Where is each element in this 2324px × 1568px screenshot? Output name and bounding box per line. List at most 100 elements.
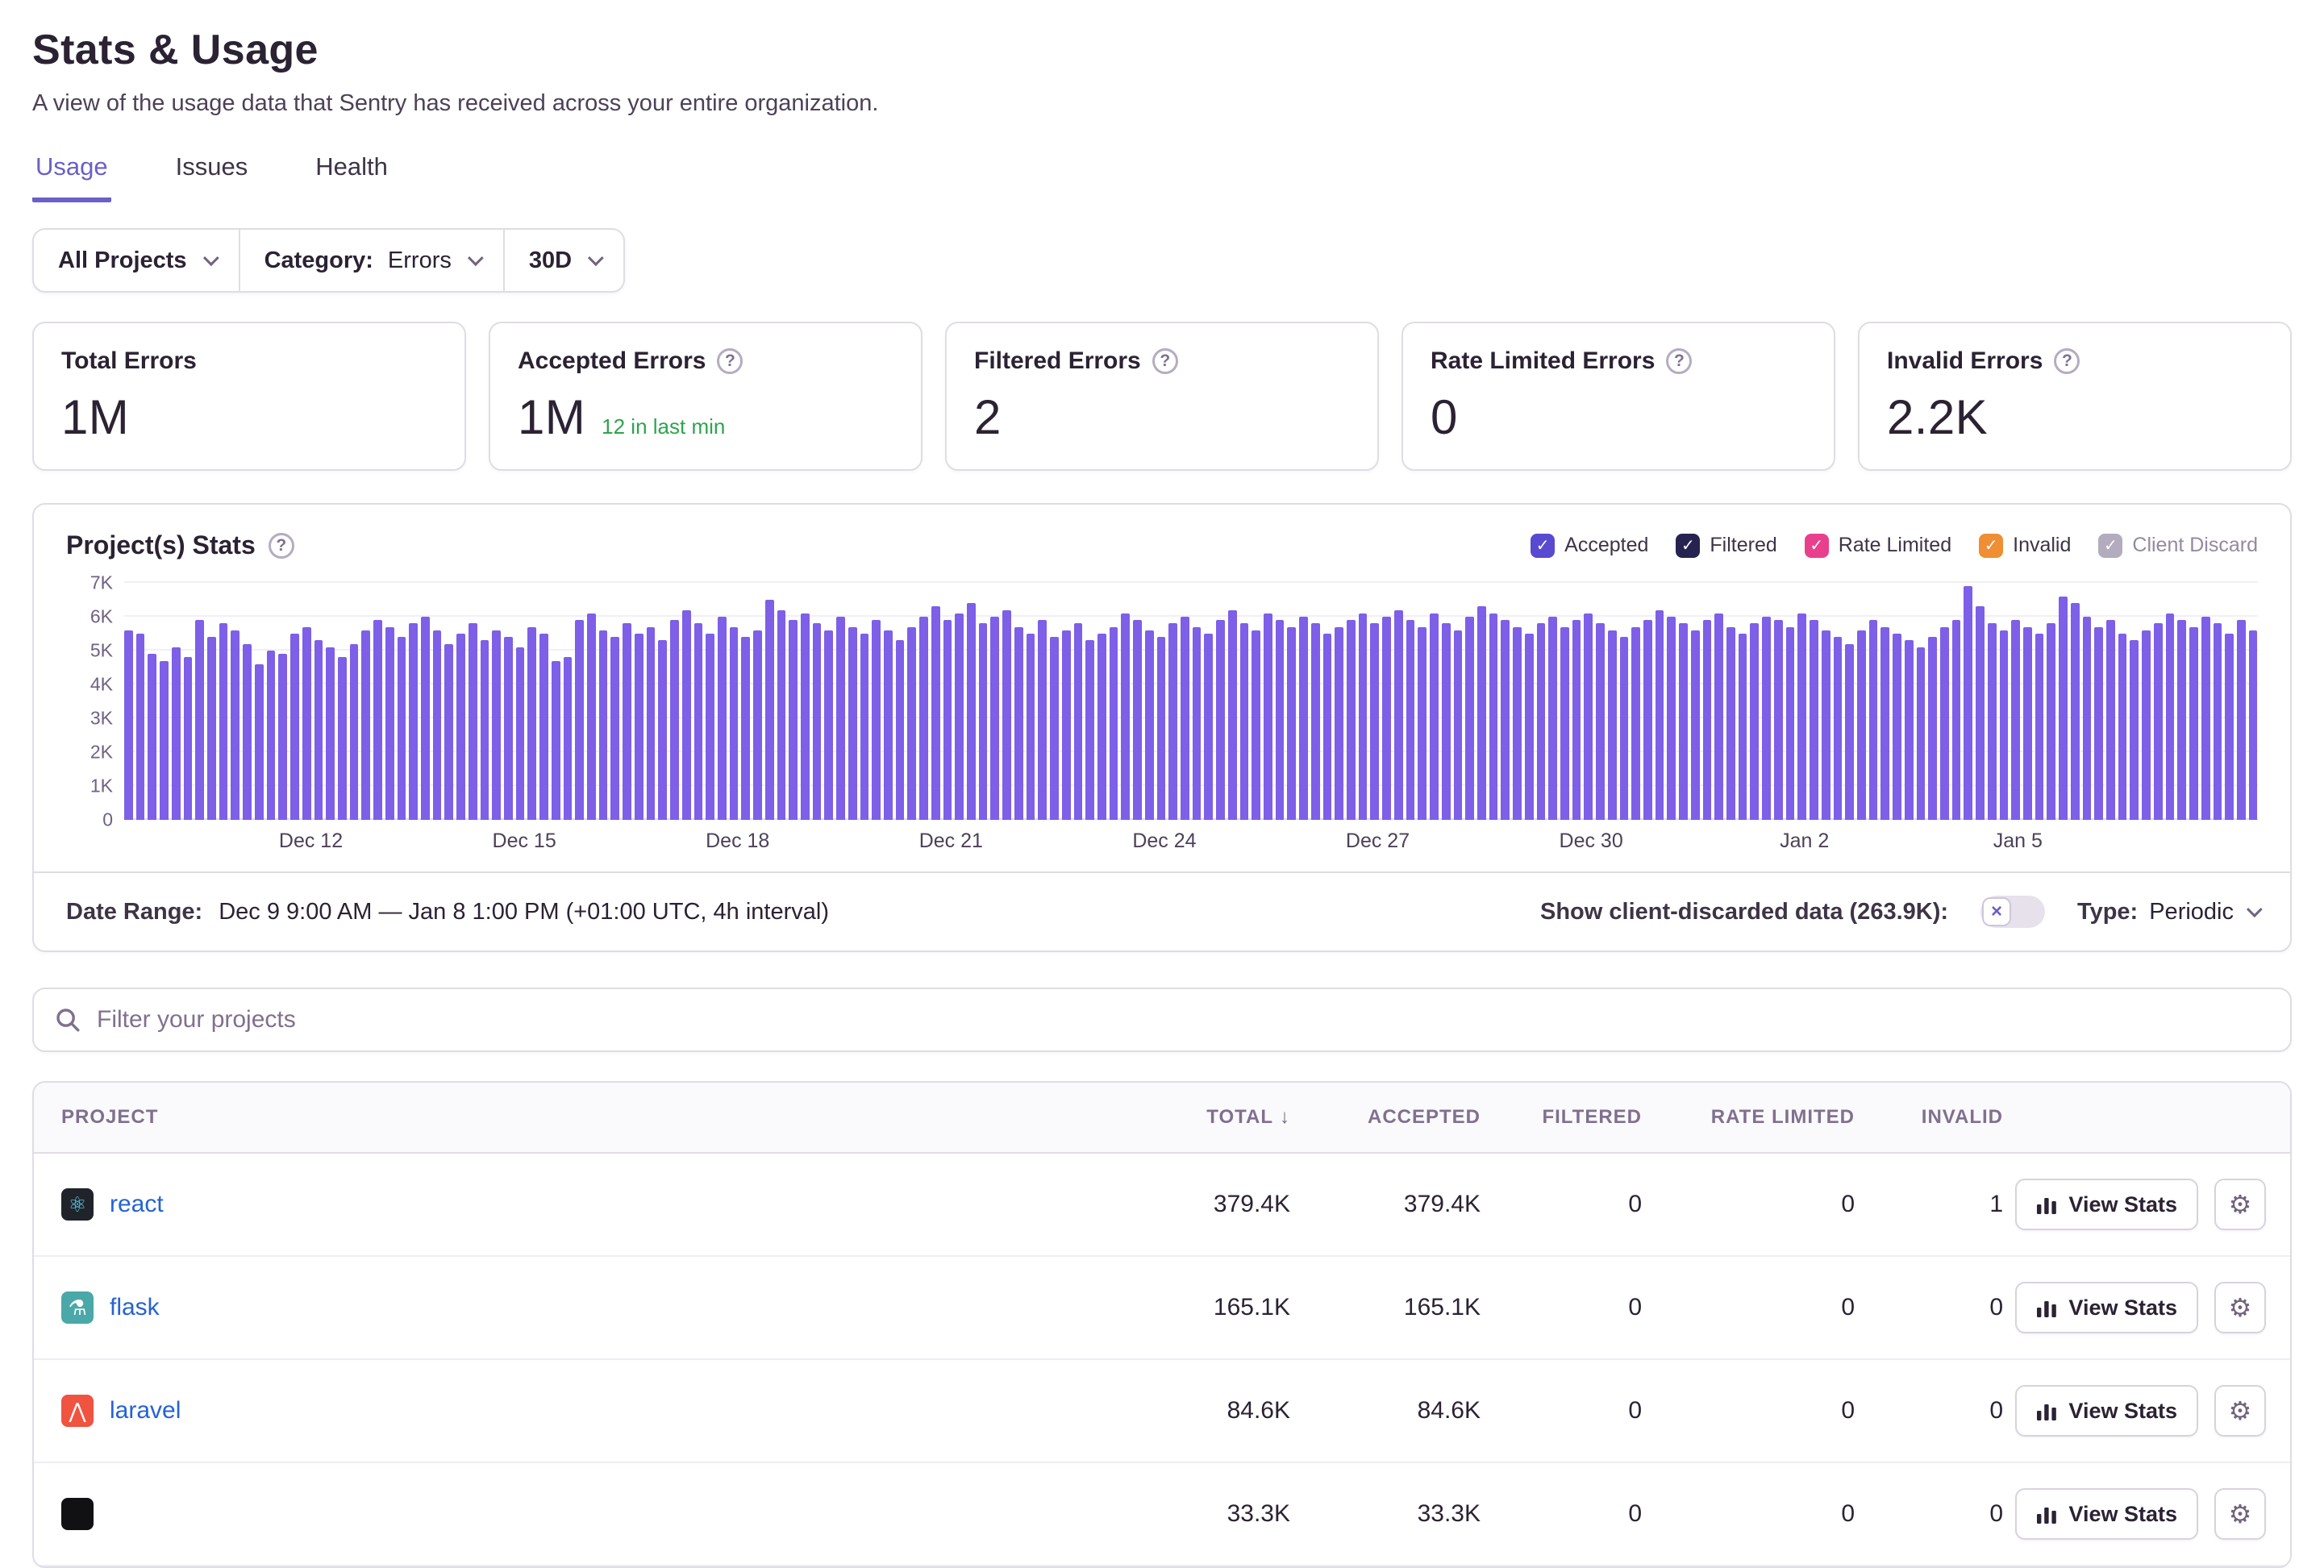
chart-bar: [1810, 620, 1818, 820]
chart-bar: [2237, 620, 2246, 820]
chart-bar: [718, 617, 727, 820]
stat-card-value-row: 2.2K: [1887, 389, 2263, 445]
search-input[interactable]: [97, 1006, 2269, 1034]
category-filter-dropdown[interactable]: Category: Errors: [240, 230, 505, 291]
view-stats-button[interactable]: View Stats: [2015, 1488, 2198, 1540]
column-header-rate-limited[interactable]: Rate Limited: [1642, 1106, 1855, 1129]
legend-rate-limited[interactable]: ✓Rate Limited: [1805, 534, 1951, 558]
accepted-cell: 165.1K: [1290, 1294, 1481, 1321]
chart-bar: [481, 640, 489, 820]
tab-usage[interactable]: Usage: [32, 146, 111, 202]
table-row: ⚛react379.4K379.4K001View Stats⚙: [34, 1154, 2290, 1257]
stat-card-filtered-errors: Filtered Errors?2: [945, 322, 1379, 471]
chart-bar: [1537, 623, 1546, 820]
chart-bar: [1050, 637, 1059, 820]
chart-bar: [1964, 586, 1972, 820]
chart-bars: [124, 583, 2258, 820]
chart-bar: [2011, 620, 2020, 820]
stat-card-subtext: 12 in last min: [602, 414, 725, 439]
column-header-project[interactable]: Project: [34, 1106, 1113, 1129]
view-stats-button[interactable]: View Stats: [2015, 1282, 2198, 1333]
help-icon[interactable]: ?: [269, 533, 294, 559]
chart-bar: [1631, 627, 1640, 820]
chart-bar: [1085, 640, 1094, 820]
legend-invalid[interactable]: ✓Invalid: [1979, 534, 2071, 558]
gear-icon[interactable]: ⚙: [2214, 1282, 2266, 1333]
chevron-down-icon: [468, 250, 484, 266]
column-header-accepted[interactable]: Accepted: [1290, 1106, 1481, 1129]
chart-bar: [1952, 620, 1961, 820]
column-header-filtered[interactable]: Filtered: [1481, 1106, 1642, 1129]
chart-bar: [1691, 630, 1700, 820]
x-axis-label: Jan 2: [1780, 830, 1829, 853]
legend-filtered[interactable]: ✓Filtered: [1676, 534, 1776, 558]
column-header-invalid[interactable]: Invalid: [1855, 1106, 2003, 1129]
chart-bar: [1002, 610, 1011, 820]
help-icon[interactable]: ?: [1666, 348, 1692, 374]
gear-icon[interactable]: ⚙: [2214, 1179, 2266, 1230]
type-dropdown[interactable]: Type: Periodic: [2077, 899, 2258, 925]
client-discard-toggle[interactable]: ×: [1980, 896, 2045, 928]
tab-issues[interactable]: Issues: [173, 146, 252, 202]
invalid-cell: 1: [1855, 1191, 2003, 1218]
chart-bar: [1442, 623, 1451, 820]
view-stats-button[interactable]: View Stats: [2015, 1385, 2198, 1437]
chart-bar: [456, 634, 465, 820]
gear-icon[interactable]: ⚙: [2214, 1385, 2266, 1437]
stat-card-label: Rate Limited Errors: [1431, 347, 1655, 375]
chart-bar: [2083, 617, 2092, 820]
chart-bar: [184, 657, 193, 820]
chart-bar: [1928, 637, 1937, 820]
help-icon[interactable]: ?: [2054, 348, 2080, 374]
y-axis-label: 2K: [90, 742, 113, 763]
row-actions: View Stats ⚙: [2003, 1488, 2290, 1540]
help-icon[interactable]: ?: [1152, 348, 1178, 374]
legend-accepted[interactable]: ✓Accepted: [1531, 534, 1648, 558]
project-filter-dropdown[interactable]: All Projects: [34, 230, 240, 291]
chart-footer: Date Range: Dec 9 9:00 AM — Jan 8 1:00 P…: [34, 871, 2290, 950]
chart-bar: [444, 644, 453, 820]
stat-card-rate-limited-errors: Rate Limited Errors?0: [1401, 322, 1835, 471]
chart-bar: [1418, 627, 1426, 820]
project-link[interactable]: laravel: [110, 1397, 181, 1425]
gear-icon[interactable]: ⚙: [2214, 1488, 2266, 1540]
chart-bar: [1204, 634, 1213, 820]
chart-bar: [2177, 620, 2186, 820]
project-link[interactable]: flask: [110, 1294, 160, 1321]
row-actions: View Stats ⚙: [2003, 1282, 2290, 1333]
stat-card-label: Accepted Errors: [518, 347, 706, 375]
chart-bar: [1240, 623, 1249, 820]
tab-health[interactable]: Health: [312, 146, 391, 202]
total-cell: 165.1K: [1113, 1294, 1290, 1321]
y-axis-label: 4K: [90, 674, 113, 696]
x-axis-label: Dec 30: [1560, 830, 1623, 853]
y-axis-label: 7K: [90, 572, 113, 594]
help-icon[interactable]: ?: [717, 348, 743, 374]
chart-bar: [302, 627, 311, 820]
table-row: ⋀laravel84.6K84.6K000View Stats⚙: [34, 1360, 2290, 1463]
legend-client-discard[interactable]: ✓Client Discard: [2098, 534, 2258, 558]
chart-bar: [1430, 613, 1439, 820]
project-icon: [61, 1498, 94, 1530]
chevron-down-icon: [2247, 901, 2263, 917]
chart-bar: [1252, 630, 1260, 820]
legend-label: Accepted: [1564, 534, 1648, 557]
stat-card-value: 1M: [518, 389, 585, 445]
chart-bar: [231, 630, 239, 820]
chart-bar: [1465, 617, 1474, 820]
chart-bar: [1027, 634, 1035, 820]
search-icon: [55, 1007, 81, 1033]
chart-bar: [1750, 623, 1759, 820]
chart-bar: [361, 630, 370, 820]
view-stats-button[interactable]: View Stats: [2015, 1179, 2198, 1230]
x-axis-label: Jan 5: [1993, 830, 2043, 853]
chart-bar: [2059, 597, 2068, 820]
period-filter-dropdown[interactable]: 30D: [505, 230, 623, 291]
chart-bar: [1121, 613, 1130, 820]
project-link[interactable]: react: [110, 1191, 164, 1218]
page-subtitle: A view of the usage data that Sentry has…: [32, 90, 2292, 117]
chart-bar: [1620, 637, 1629, 820]
category-filter-value: Errors: [388, 247, 452, 274]
chart-bar: [2189, 627, 2198, 820]
column-header-total[interactable]: Total↓: [1113, 1106, 1290, 1129]
